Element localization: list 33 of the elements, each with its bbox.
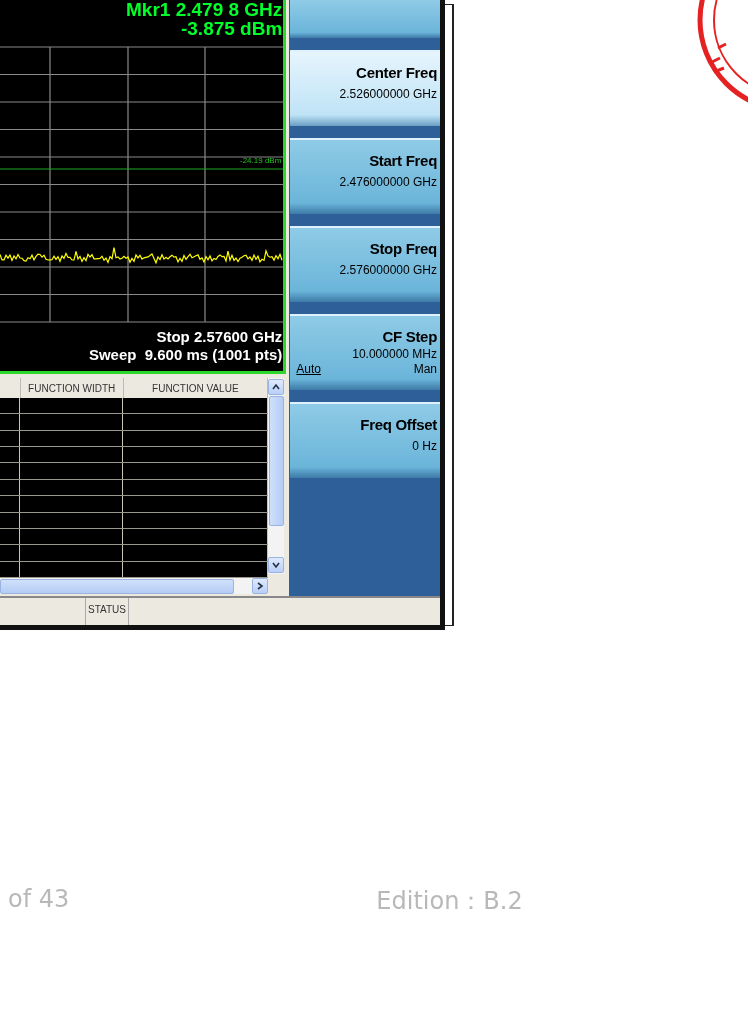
- scroll-up-button[interactable]: [268, 379, 284, 395]
- softkey-button[interactable]: Center Freq 2.526000000 GHz: [290, 50, 440, 126]
- softkey-value: 2.476000000 GHz: [339, 174, 437, 190]
- softkey-button[interactable]: Freq Offset 0 Hz: [290, 402, 440, 478]
- stop-frequency: Stop 2.57600 GHz: [156, 328, 283, 346]
- status-label: STATUS: [85, 598, 129, 625]
- marker-frequency: Mkr1 2.479 8 GHz: [126, 0, 283, 19]
- option-label: Man: [413, 362, 437, 376]
- edition-label: Edition：B.2: [376, 886, 523, 917]
- softkey-title: Stop Freq: [369, 240, 437, 258]
- softkey-button[interactable]: Stop Freq 2.576000000 GHz: [290, 226, 440, 302]
- scrollbar-thumb[interactable]: [0, 578, 234, 594]
- scrollbar-thumb[interactable]: [268, 396, 284, 526]
- scroll-right-button[interactable]: [252, 578, 268, 594]
- sweep-time: Sweep 9.600 ms (1001 pts): [88, 346, 283, 364]
- softkey-title: Start Freq: [369, 152, 437, 170]
- softkey-button[interactable]: CF Step 10.000000 MHz Auto Man: [290, 314, 440, 390]
- scroll-down-button[interactable]: [268, 557, 284, 573]
- chevron-right-icon: [256, 582, 264, 590]
- softkey-value: 10.000000 MHz: [352, 346, 437, 362]
- chevron-down-icon: [272, 561, 280, 569]
- softkey-value: 2.576000000 GHz: [339, 262, 437, 278]
- softkey-button[interactable]: Start Freq 2.476000000 GHz: [290, 138, 440, 214]
- marker-amplitude: -3.875 dBm: [180, 19, 283, 38]
- softkey-value: 0 Hz: [412, 438, 437, 454]
- threshold-label: -24.19 dBm: [240, 156, 282, 165]
- softkey-title: Center Freq: [356, 64, 437, 82]
- softkey-value: 2.526000000 GHz: [339, 86, 437, 102]
- option-label: Auto: [296, 362, 322, 376]
- chevron-up-icon: [272, 383, 280, 391]
- softkey-title: Freq Offset: [360, 416, 437, 434]
- softkey-title: CF Step: [382, 328, 437, 346]
- page-number: of 43: [8, 885, 70, 915]
